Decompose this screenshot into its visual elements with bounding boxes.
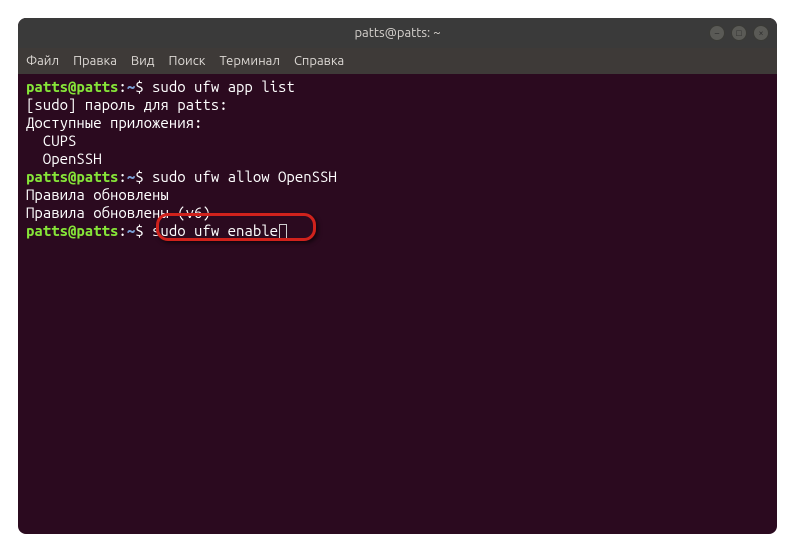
menu-terminal[interactable]: Терминал <box>219 54 279 68</box>
command-text: sudo ufw allow OpenSSH <box>152 168 337 185</box>
close-icon: × <box>758 28 763 38</box>
terminal-window: patts@patts: ~ – □ × Файл Правка Вид Пои… <box>18 18 777 534</box>
command-text: sudo ufw app list <box>152 78 295 95</box>
menu-view[interactable]: Вид <box>131 54 155 68</box>
prompt-dollar: $ <box>135 222 152 239</box>
maximize-button[interactable]: □ <box>731 25 747 41</box>
terminal-output: Правила обновлены <box>26 186 769 204</box>
prompt-dollar: $ <box>135 168 152 185</box>
terminal-line: patts@patts:~$ sudo ufw enable <box>26 222 769 240</box>
prompt-colon: : <box>118 168 126 185</box>
terminal-body[interactable]: patts@patts:~$ sudo ufw app list [sudo] … <box>18 74 777 534</box>
window-controls: – □ × <box>709 25 769 41</box>
prompt-colon: : <box>118 78 126 95</box>
prompt-path: ~ <box>127 222 135 239</box>
prompt-user: patts@patts <box>26 78 118 95</box>
terminal-output: CUPS <box>26 132 769 150</box>
terminal-output: [sudo] пароль для patts: <box>26 96 769 114</box>
prompt-user: patts@patts <box>26 168 118 185</box>
terminal-output: OpenSSH <box>26 150 769 168</box>
menu-help[interactable]: Справка <box>294 54 344 68</box>
cursor-icon <box>279 224 287 239</box>
minimize-icon: – <box>715 28 719 38</box>
prompt-dollar: $ <box>135 78 152 95</box>
prompt-path: ~ <box>127 168 135 185</box>
window-title: patts@patts: ~ <box>354 26 440 40</box>
minimize-button[interactable]: – <box>709 25 725 41</box>
prompt-path: ~ <box>127 78 135 95</box>
terminal-output: Правила обновлены (v6) <box>26 204 769 222</box>
terminal-output: Доступные приложения: <box>26 114 769 132</box>
terminal-line: patts@patts:~$ sudo ufw app list <box>26 78 769 96</box>
menu-search[interactable]: Поиск <box>168 54 205 68</box>
prompt-user: patts@patts <box>26 222 118 239</box>
command-text: sudo ufw enable <box>152 222 278 239</box>
maximize-icon: □ <box>736 28 741 38</box>
terminal-line: patts@patts:~$ sudo ufw allow OpenSSH <box>26 168 769 186</box>
titlebar[interactable]: patts@patts: ~ – □ × <box>18 18 777 48</box>
menu-file[interactable]: Файл <box>26 54 59 68</box>
prompt-colon: : <box>118 222 126 239</box>
menubar: Файл Правка Вид Поиск Терминал Справка <box>18 48 777 74</box>
menu-edit[interactable]: Правка <box>73 54 117 68</box>
close-button[interactable]: × <box>753 25 769 41</box>
